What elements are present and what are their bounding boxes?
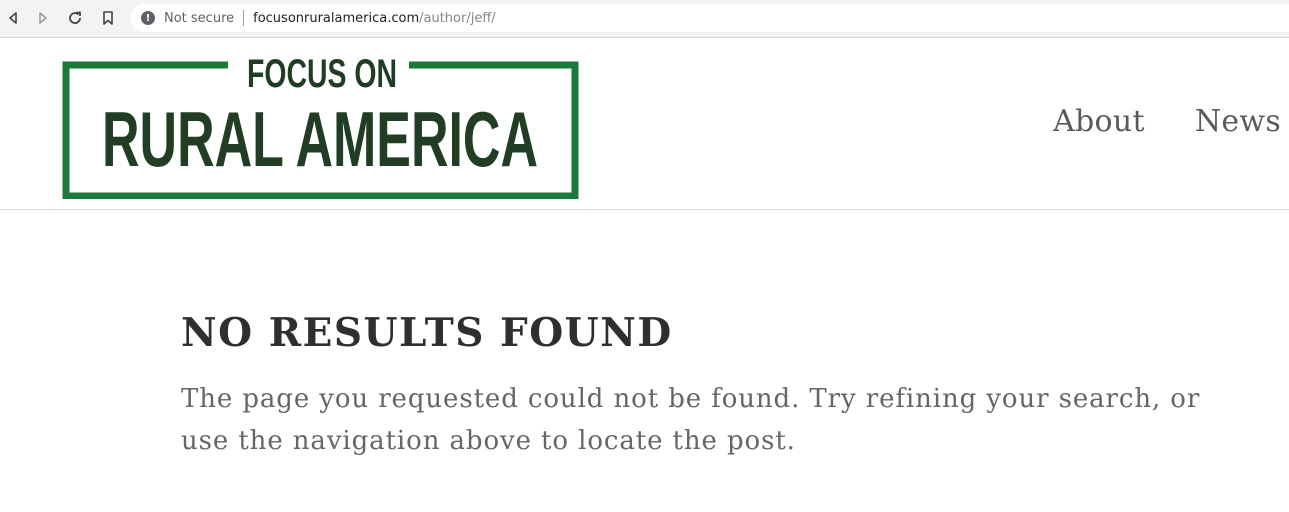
url-host[interactable]: focusonruralamerica.com (253, 11, 419, 26)
security-label[interactable]: Not secure (164, 11, 234, 26)
browser-toolbar: ! Not secure focusonruralamerica.com/aut… (0, 0, 1289, 38)
site-header: FOCUS ON RURAL AMERICA About News (0, 38, 1289, 210)
forward-arrow-icon[interactable] (33, 8, 53, 28)
main-navigation: About News (1053, 102, 1281, 142)
logo-line2: RURAL AMERICA (102, 95, 538, 183)
logo-graphic: FOCUS ON RURAL AMERICA (62, 52, 579, 200)
nav-link-about[interactable]: About (1053, 102, 1145, 142)
reload-icon[interactable] (65, 8, 85, 28)
site-logo[interactable]: FOCUS ON RURAL AMERICA (62, 45, 580, 200)
bookmark-icon[interactable] (98, 8, 118, 28)
nav-link-news[interactable]: News (1195, 102, 1281, 142)
address-bar[interactable]: ! Not secure focusonruralamerica.com/aut… (130, 4, 1289, 32)
no-results-message: The page you requested could not be foun… (181, 384, 1201, 456)
page-title: NO RESULTS FOUND (181, 310, 673, 356)
url-separator (243, 10, 245, 26)
main-content: NO RESULTS FOUND The page you requested … (181, 308, 1251, 462)
url-path[interactable]: /author/jeff/ (419, 11, 496, 26)
logo-line1: FOCUS ON (247, 52, 397, 96)
info-icon[interactable]: ! (141, 11, 155, 25)
back-arrow-icon[interactable] (3, 8, 23, 28)
